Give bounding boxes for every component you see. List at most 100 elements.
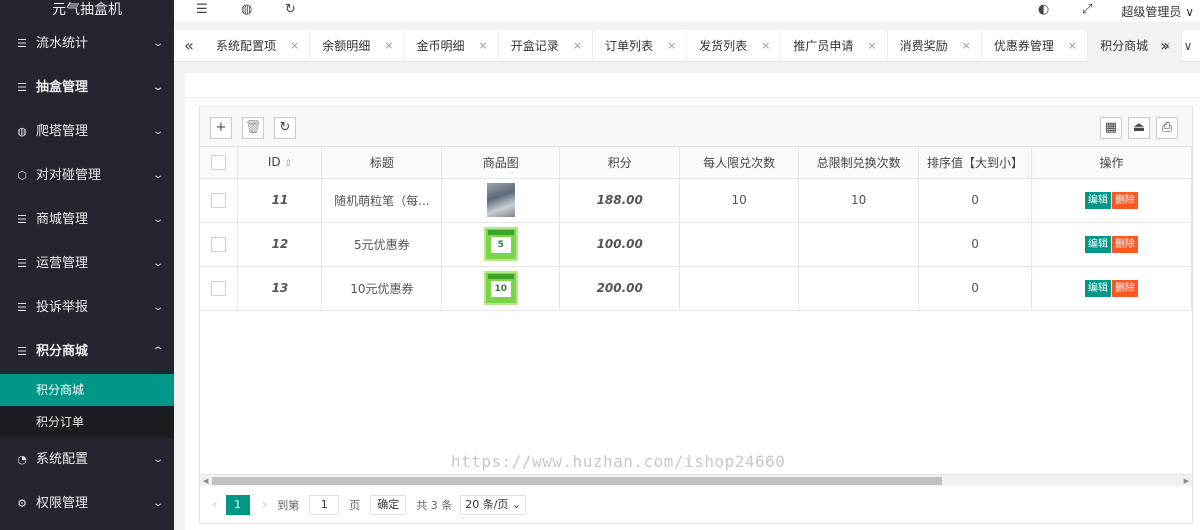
row-select-cell[interactable] <box>200 266 239 311</box>
tab-promoter-apply[interactable]: 推广员申请 × <box>781 30 888 62</box>
sidebar-item-label: 爬塔管理 <box>36 124 89 139</box>
row-checkbox[interactable] <box>211 280 227 296</box>
chevron-down-icon: ⌄ <box>151 214 165 225</box>
sidebar-item-flow-stats[interactable]: ☰ 流水统计 ⌄ <box>0 22 174 66</box>
clock-icon: ◔ <box>17 453 27 466</box>
column-header-id[interactable]: ID ⇕ <box>237 147 323 179</box>
row-checkbox[interactable] <box>211 236 227 252</box>
delete-button[interactable]: 删除 <box>1112 279 1139 297</box>
current-page[interactable]: 1 <box>225 495 250 515</box>
tab-label: 开盒记录 <box>510 39 559 53</box>
row-select-cell[interactable] <box>200 222 239 267</box>
close-icon[interactable]: × <box>962 30 971 62</box>
sidebar-item-system-config[interactable]: ◔ 系统配置 ⌄ <box>0 438 174 482</box>
globe-icon: ◍ <box>17 125 27 138</box>
list-icon: ☰ <box>17 81 27 94</box>
next-page-icon[interactable]: › <box>262 497 268 513</box>
sidebar-subitem-points-orders[interactable]: 积分订单 <box>0 406 174 438</box>
select-all-cell[interactable] <box>200 147 239 179</box>
close-icon[interactable]: × <box>290 30 299 62</box>
print-button[interactable]: ⎙ <box>1156 117 1178 139</box>
edit-button[interactable]: 编辑 <box>1085 191 1112 209</box>
cell-total-limit: 10 <box>798 178 920 223</box>
tab-coupon-manage[interactable]: 优惠券管理 × <box>982 30 1089 62</box>
row-checkbox[interactable] <box>211 192 227 208</box>
menu-toggle-icon[interactable]: ☰ <box>196 2 208 17</box>
sidebar-item-permissions[interactable]: ⚙ 权限管理 ⌄ <box>0 482 174 526</box>
tab-coin-detail[interactable]: 金币明细 × <box>404 30 499 62</box>
scroll-left-icon[interactable]: ◀ <box>203 475 208 487</box>
watermark-text: https://www.huzhan.com/ishop24660 <box>451 452 786 471</box>
palette-icon[interactable]: ◐ <box>1038 2 1049 17</box>
delete-batch-button[interactable]: 🗑 <box>242 117 264 139</box>
scrollbar-thumb[interactable] <box>212 477 942 485</box>
row-select-cell[interactable] <box>200 178 239 223</box>
cell-actions: 编辑 删除 <box>1031 178 1192 223</box>
sidebar-item-ops-manage[interactable]: ☰ 运营管理 ⌄ <box>0 242 174 286</box>
sidebar-item-label: 运营管理 <box>36 256 89 271</box>
delete-button[interactable]: 删除 <box>1112 235 1139 253</box>
scroll-right-icon[interactable]: ▶ <box>1184 475 1189 487</box>
tabs-scroll-left-icon[interactable]: « <box>174 30 204 62</box>
tab-balance-detail[interactable]: 余额明细 × <box>310 30 405 62</box>
header-label: ID <box>267 155 281 170</box>
tab-shipping-list[interactable]: 发货列表 × <box>687 30 782 62</box>
tab-system-config[interactable]: 系统配置项 × <box>204 30 311 62</box>
cell-actions: 编辑 删除 <box>1031 266 1192 311</box>
close-icon[interactable]: × <box>384 30 393 62</box>
coupon-value: 10 <box>490 281 511 297</box>
tab-order-list[interactable]: 订单列表 × <box>593 30 688 62</box>
close-icon[interactable]: × <box>667 30 676 62</box>
close-icon[interactable]: × <box>1068 30 1077 62</box>
export-button[interactable]: ⏏ <box>1128 117 1150 139</box>
select-all-checkbox[interactable] <box>211 154 227 170</box>
confirm-page-button[interactable]: 确定 <box>370 495 407 515</box>
sort-icon[interactable]: ⇕ <box>284 159 292 169</box>
close-icon[interactable]: × <box>761 30 770 62</box>
close-icon[interactable]: × <box>867 30 876 62</box>
delete-button[interactable]: 删除 <box>1112 191 1139 209</box>
add-button[interactable]: + <box>210 117 232 139</box>
user-menu[interactable]: 超级管理员 ∨ <box>1121 3 1194 20</box>
horizontal-scrollbar[interactable]: ◀ ▶ <box>200 474 1192 486</box>
sidebar-item-points-mall[interactable]: ☰ 积分商城 ⌃ <box>0 330 174 374</box>
product-image[interactable] <box>486 183 515 217</box>
close-icon[interactable]: × <box>478 30 487 62</box>
cell-per-user-limit <box>679 222 800 267</box>
refresh-icon[interactable]: ↻ <box>285 2 296 17</box>
columns-filter-button[interactable]: ▦ <box>1100 117 1122 139</box>
coupon-value: 5 <box>490 237 511 253</box>
sidebar-item-box-manage[interactable]: ☰ 抽盒管理 ⌄ <box>0 66 174 110</box>
cell-sort: 0 <box>918 266 1033 311</box>
sidebar-item-mall-manage[interactable]: ☰ 商城管理 ⌄ <box>0 198 174 242</box>
goto-label: 到第 <box>277 499 300 512</box>
close-icon[interactable]: × <box>573 30 582 62</box>
globe-icon[interactable]: ◍ <box>241 2 252 17</box>
cell-image: 5 <box>441 222 561 267</box>
list-icon: ☰ <box>17 345 27 358</box>
page-input[interactable]: 1 <box>309 495 340 515</box>
column-header-total-limit: 总限制兑换次数 <box>798 147 920 179</box>
cell-actions: 编辑 删除 <box>1031 222 1192 267</box>
coupon-image[interactable]: 10 <box>483 271 518 305</box>
columns-icon: ▦ <box>1104 120 1118 135</box>
page-size-select[interactable]: 20 条/页 ⌄ <box>460 495 527 515</box>
sidebar-item-tower-manage[interactable]: ◍ 爬塔管理 ⌄ <box>0 110 174 154</box>
chevron-down-icon: ⌄ <box>151 258 165 269</box>
refresh-button[interactable]: ↻ <box>274 117 296 139</box>
sidebar-item-complaints[interactable]: ☰ 投诉举报 ⌄ <box>0 286 174 330</box>
points-mall-table: ID ⇕ 标题 商品图 积分 每人限兑次数 总限制兑换次数 排序值【大到小】 操… <box>200 147 1192 311</box>
edit-button[interactable]: 编辑 <box>1085 235 1112 253</box>
sidebar-item-label: 投诉举报 <box>36 300 89 315</box>
sidebar-item-match-manage[interactable]: ⬡ 对对碰管理 ⌄ <box>0 154 174 198</box>
prev-page-icon[interactable]: ‹ <box>212 497 218 513</box>
tabs-menu-chevron-icon[interactable]: ∨ <box>1176 30 1200 62</box>
coupon-image[interactable]: 5 <box>483 227 518 261</box>
tab-label: 优惠券管理 <box>993 39 1054 53</box>
tab-open-box-records[interactable]: 开盒记录 × <box>499 30 593 62</box>
sidebar-subitem-points-mall[interactable]: 积分商城 <box>0 374 174 406</box>
fullscreen-icon[interactable]: ⤢ <box>1082 2 1092 17</box>
tab-spend-rewards[interactable]: 消费奖励 × <box>888 30 982 62</box>
list-icon: ☰ <box>17 213 27 226</box>
edit-button[interactable]: 编辑 <box>1085 279 1112 297</box>
